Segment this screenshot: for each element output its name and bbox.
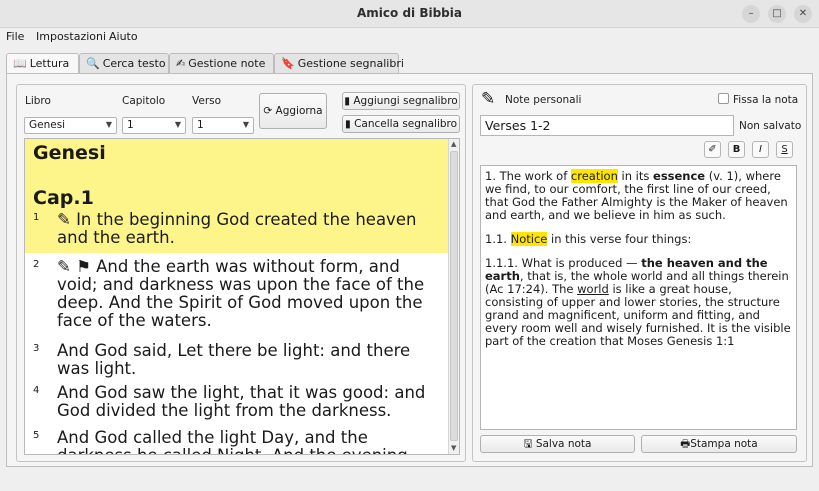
tab-reading-label: Lettura — [29, 57, 70, 70]
print-note-button[interactable]: 🖶Stampa nota — [641, 435, 797, 453]
tab-notes[interactable]: ✍ Gestione note — [169, 53, 274, 73]
save-note-button[interactable]: 🖫 Salva nota — [480, 435, 635, 453]
tab-search[interactable]: 🔍 Cerca testo — [79, 53, 169, 73]
tab-bookmarks-label: Gestione segnalibri — [297, 57, 404, 70]
menu-file[interactable]: File — [6, 30, 24, 43]
pin-note-label: Fissa la nota — [733, 94, 799, 106]
book-label: Libro — [25, 95, 51, 107]
chapter-select[interactable]: 1 ▼ — [122, 117, 186, 134]
note-title-input[interactable]: Verses 1-2 — [480, 115, 734, 136]
refresh-label: Aggiorna — [275, 105, 323, 117]
note-paragraph: 1.1. Notice in this verse four things: — [485, 232, 692, 246]
bold-button[interactable]: B — [728, 141, 745, 158]
chapter-label: Capitolo — [122, 95, 166, 107]
refresh-icon: ⟳ — [263, 105, 276, 117]
window-title: Amico di Bibbia — [357, 6, 462, 20]
verse-number: 4 — [33, 385, 40, 396]
add-bookmark-label: Aggiungi segnalibro — [353, 95, 458, 107]
tab-bookmarks[interactable]: 🔖 Gestione segnalibri — [274, 53, 404, 73]
verse[interactable]: 3 And God said, Let there be light: and t… — [33, 342, 445, 378]
bookmark-icon: ▮ — [344, 95, 354, 107]
menu-bar: File Impostazioni Aiuto — [0, 28, 819, 45]
reader-scrollbar[interactable]: ▲ ▼ — [448, 139, 459, 454]
verse-number: 5 — [33, 430, 40, 441]
underlined-text: world — [577, 282, 609, 296]
note-paragraph: 1. The work of creation in its essence (… — [485, 169, 788, 222]
save-icon: 🖫 — [523, 438, 536, 450]
verse-text: And God saw the light, that it was good:… — [57, 383, 426, 420]
minimize-button[interactable]: – — [742, 5, 760, 23]
highlighter-button[interactable]: ✐ — [704, 141, 721, 158]
close-button[interactable]: ✕ — [794, 5, 812, 23]
chapter-select-value: 1 — [127, 119, 134, 131]
verse[interactable]: 2 ✎ ⚑ And the earth was without form, and… — [33, 258, 445, 330]
bible-text-view[interactable]: Genesi Cap.1 1 ✎ In the beginning God cre… — [24, 138, 460, 455]
menu-settings[interactable]: Impostazioni — [36, 30, 106, 43]
print-icon: 🖶 — [680, 438, 691, 450]
chevron-down-icon: ▼ — [174, 120, 181, 129]
menu-help[interactable]: Aiuto — [109, 30, 138, 43]
italic-button[interactable]: I — [752, 141, 769, 158]
scrollbar-thumb[interactable] — [450, 151, 458, 441]
save-note-label: Salva nota — [535, 438, 592, 450]
highlighted-text: creation — [570, 169, 618, 183]
remove-bookmark-button[interactable]: ▮ Cancella segnalibro — [342, 115, 460, 133]
verse-number: 2 — [33, 259, 40, 270]
verse-text: ✎ ⚑ And the earth was without form, and … — [57, 257, 425, 330]
note-paragraph: 1.1.1. What is produced — the heaven and… — [485, 256, 791, 348]
book-title: Genesi — [33, 142, 106, 164]
book-select[interactable]: Genesi ▼ — [24, 117, 117, 134]
verse-number: 1 — [33, 212, 40, 223]
verse-label: Verso — [192, 95, 222, 107]
book-select-value: Genesi — [29, 119, 66, 131]
verse-select-value: 1 — [197, 119, 204, 131]
chevron-down-icon: ▼ — [105, 120, 112, 129]
notes-icon: ✍ — [176, 57, 186, 70]
remove-bookmark-label: Cancella segnalibro — [354, 118, 458, 130]
highlighted-text: Notice — [510, 232, 548, 246]
tab-search-label: Cerca testo — [102, 57, 166, 70]
search-icon: 🔍 — [86, 57, 100, 70]
scroll-down-icon[interactable]: ▼ — [451, 444, 456, 452]
verse[interactable]: 5 And God called the light Day, and the d… — [33, 429, 445, 455]
verse[interactable]: 1 ✎ In the beginning God created the heav… — [33, 211, 445, 247]
verse-select[interactable]: 1 ▼ — [192, 117, 254, 134]
notes-header: Note personali — [505, 94, 582, 106]
chevron-down-icon: ▼ — [242, 120, 249, 129]
title-bar: Amico di Bibbia – □ ✕ — [0, 0, 819, 28]
maximize-button[interactable]: □ — [768, 5, 786, 23]
verse-number: 3 — [33, 343, 40, 354]
scroll-up-icon[interactable]: ▲ — [451, 140, 456, 148]
pin-note-checkbox[interactable] — [718, 93, 729, 104]
bold-text: essence — [653, 169, 706, 183]
pen-icon: ✎ — [481, 89, 496, 109]
strike-button[interactable]: S — [776, 141, 793, 158]
verse-text: ✎ In the beginning God created the heave… — [57, 210, 417, 247]
bookmark-icon: ▮ — [344, 118, 355, 130]
bookmark-icon: 🔖 — [281, 57, 295, 70]
tab-reading[interactable]: 📖 Lettura — [6, 53, 79, 74]
verse-text: And God called the light Day, and the da… — [57, 428, 408, 455]
add-bookmark-button[interactable]: ▮ Aggiungi segnalibro — [342, 92, 460, 110]
chapter-title: Cap.1 — [33, 187, 94, 209]
print-note-label: Stampa nota — [690, 438, 758, 450]
verse[interactable]: 4 And God saw the light, that it was good… — [33, 384, 445, 420]
refresh-button[interactable]: ⟳ Aggiorna — [259, 93, 327, 129]
highlighter-icon: ✐ — [708, 144, 717, 155]
save-status: Non salvato — [739, 120, 802, 132]
note-editor[interactable]: 1. The work of creation in its essence (… — [480, 165, 797, 430]
verse-text: And God said, Let there be light: and th… — [57, 341, 411, 378]
book-icon: 📖 — [13, 57, 27, 70]
tab-notes-label: Gestione note — [188, 57, 266, 70]
